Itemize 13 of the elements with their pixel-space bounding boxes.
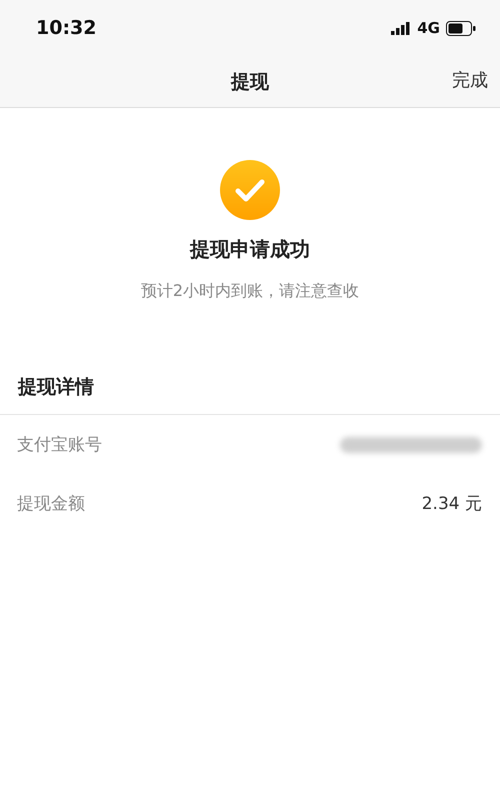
section-title: 提现详情 [0,374,500,415]
result-subtitle: 预计2小时内到账，请注意查收 [140,281,360,302]
done-button[interactable]: 完成 [452,68,488,92]
status-time: 10:32 [36,17,96,39]
result-title: 提现申请成功 [190,236,310,263]
detail-value: 2.34 元 [422,493,482,515]
network-label: 4G [417,19,440,37]
page-title: 提现 [231,70,269,94]
battery-icon [446,20,476,36]
detail-label: 提现金额 [17,493,85,515]
success-check-icon [220,160,280,220]
signal-icon [391,21,412,35]
detail-label: 支付宝账号 [17,434,102,456]
